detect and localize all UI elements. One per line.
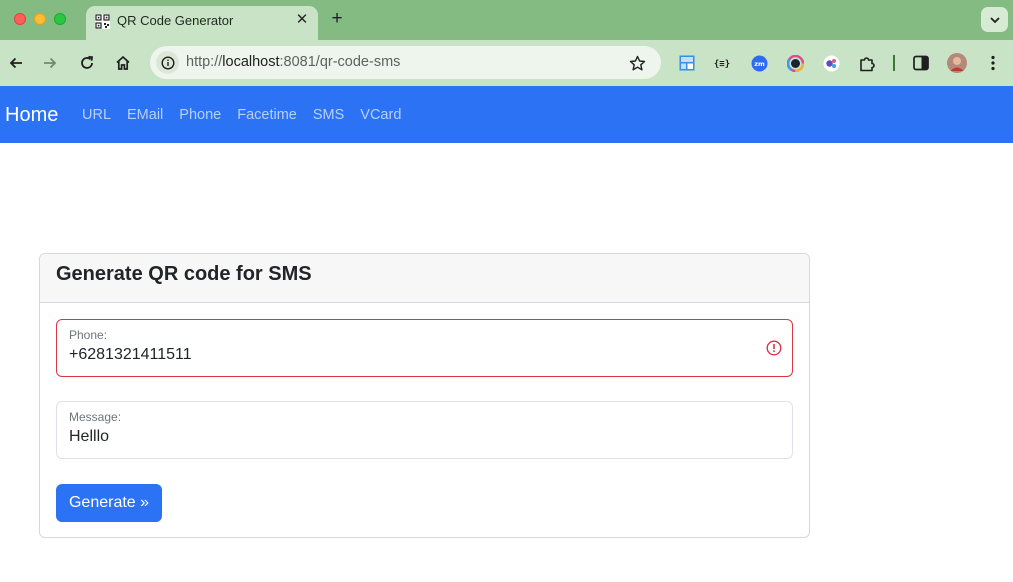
window-layout-icon — [679, 55, 695, 71]
svg-text:{≡}: {≡} — [714, 60, 730, 70]
card-header: Generate QR code for SMS — [40, 254, 809, 303]
reload-button[interactable] — [75, 51, 99, 75]
nav-links: URL EMail Phone Facetime SMS VCard — [82, 107, 401, 123]
url-path: :8081/qr-code-sms — [279, 54, 401, 70]
phone-field[interactable]: Phone: +6281321411511 — [56, 319, 793, 377]
json-viewer-icon: {≡} — [714, 60, 730, 70]
nav-link-url[interactable]: URL — [82, 107, 111, 123]
zoom-icon: zm — [751, 55, 767, 71]
arrow-left-icon — [9, 57, 22, 69]
bookmark-button[interactable] — [626, 52, 648, 74]
badge-extension-button[interactable] — [819, 51, 843, 75]
qr-favicon-icon — [95, 14, 110, 29]
close-tab-icon[interactable]: ✕ — [292, 10, 312, 30]
nav-link-phone[interactable]: Phone — [179, 107, 221, 123]
nav-link-facetime[interactable]: Facetime — [237, 107, 297, 123]
tab-search-button[interactable] — [981, 7, 1008, 32]
generate-button[interactable]: Generate » — [56, 484, 162, 522]
site-info-button[interactable] — [156, 51, 179, 74]
close-window-button[interactable] — [14, 13, 26, 25]
sms-form-card: Generate QR code for SMS Phone: +6281321… — [39, 253, 810, 538]
error-icon — [766, 340, 782, 356]
message-input[interactable]: Helllo — [69, 428, 109, 446]
avatar-icon — [947, 53, 967, 73]
color-picker-extension-button[interactable] — [783, 51, 807, 75]
page-title: Generate QR code for SMS — [56, 263, 312, 285]
back-button[interactable] — [4, 51, 28, 75]
extensions-button[interactable] — [855, 51, 879, 75]
home-link[interactable]: Home — [5, 104, 58, 127]
extensions-puzzle-icon — [859, 56, 875, 71]
svg-text:zm: zm — [754, 60, 765, 68]
forward-button[interactable] — [38, 51, 62, 75]
more-vertical-icon — [991, 55, 995, 71]
url-text: http://localhost:8081/qr-code-sms — [186, 54, 400, 70]
profile-button[interactable] — [945, 51, 969, 75]
extension-badge-icon — [823, 55, 839, 71]
color-picker-icon — [786, 54, 804, 72]
window-layout-extension-button[interactable] — [675, 51, 699, 75]
minimize-window-button[interactable] — [34, 13, 46, 25]
browser-menu-button[interactable] — [981, 51, 1005, 75]
chevron-down-icon — [989, 16, 1000, 23]
info-icon — [160, 55, 175, 70]
phone-input[interactable]: +6281321411511 — [69, 346, 192, 364]
site-navbar: Home URL EMail Phone Facetime SMS VCard — [0, 86, 1013, 143]
json-viewer-extension-button[interactable]: {≡} — [710, 51, 734, 75]
maximize-window-button[interactable] — [54, 13, 66, 25]
home-button[interactable] — [111, 51, 135, 75]
nav-link-sms[interactable]: SMS — [313, 107, 344, 123]
star-icon — [629, 55, 645, 70]
address-bar[interactable]: http://localhost:8081/qr-code-sms — [150, 46, 661, 79]
message-field[interactable]: Message: Helllo — [56, 401, 793, 459]
side-panel-button[interactable] — [909, 51, 933, 75]
nav-link-vcard[interactable]: VCard — [360, 107, 401, 123]
tab-title: QR Code Generator — [117, 13, 234, 28]
url-protocol: http:// — [186, 54, 223, 70]
phone-label: Phone: — [69, 328, 108, 342]
new-tab-button[interactable]: + — [327, 9, 347, 29]
reload-icon — [81, 55, 93, 69]
zoom-extension-button[interactable]: zm — [747, 51, 771, 75]
browser-tab[interactable]: QR Code Generator ✕ — [86, 6, 318, 40]
browser-tabstrip: QR Code Generator ✕ + — [0, 0, 1013, 40]
side-panel-icon — [913, 55, 929, 71]
home-icon — [116, 55, 130, 70]
nav-link-email[interactable]: EMail — [127, 107, 163, 123]
toolbar-divider — [893, 55, 895, 71]
message-label: Message: — [69, 410, 122, 424]
arrow-right-icon — [44, 57, 57, 69]
url-host: localhost — [222, 54, 280, 70]
browser-toolbar: http://localhost:8081/qr-code-sms {≡} zm — [0, 40, 1013, 86]
